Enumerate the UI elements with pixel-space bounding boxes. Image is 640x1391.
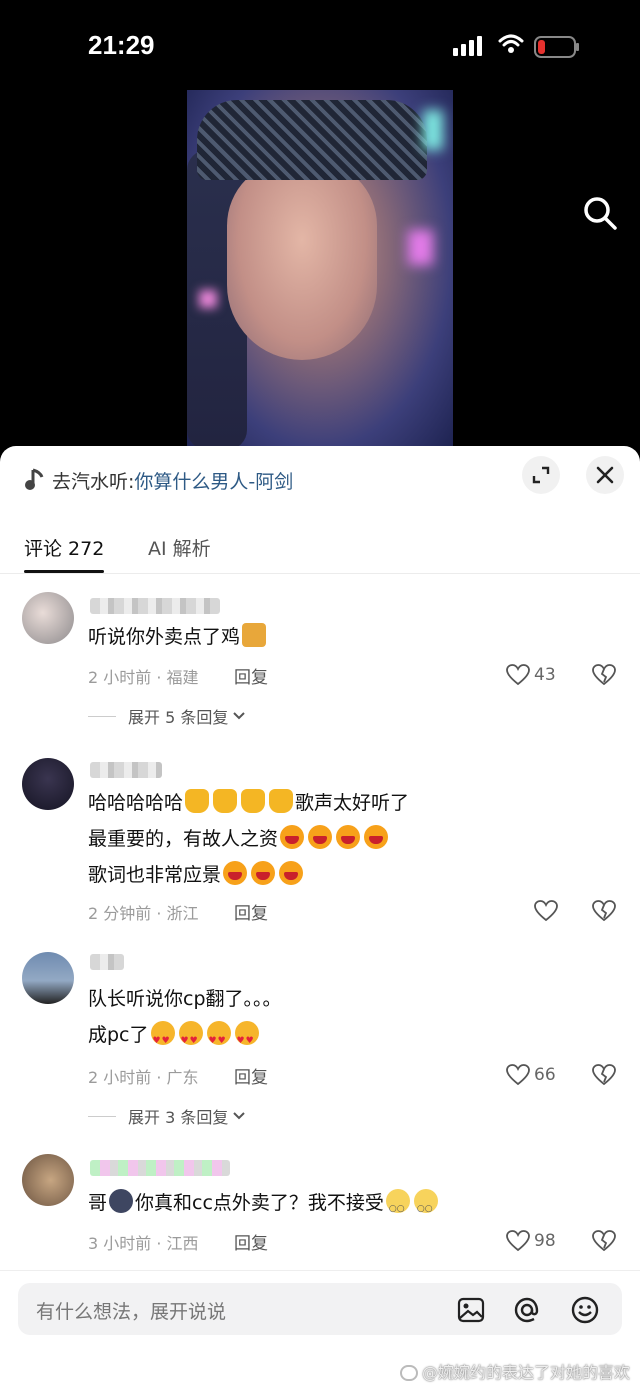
emoji-icon bbox=[242, 623, 267, 647]
sheet-tabs: 评论 272 AI 解析 bbox=[0, 526, 640, 574]
comment-text: 成pc了 bbox=[88, 1018, 261, 1058]
active-tab-indicator bbox=[24, 570, 104, 573]
status-bar: 21:29 bbox=[0, 0, 640, 90]
grin-emoji-icon bbox=[308, 825, 333, 849]
comment-meta: 2 分钟前 · 浙江 bbox=[88, 904, 199, 923]
comment-text: 听说你外卖点了鸡 bbox=[88, 620, 268, 654]
username[interactable] bbox=[90, 954, 124, 970]
comment-text: 最重要的，有故人之资 bbox=[88, 822, 390, 856]
music-link-row[interactable]: 去汽水听: 你算什么男人-阿剑 bbox=[24, 464, 293, 496]
like-count: 98 bbox=[534, 1231, 556, 1251]
avatar[interactable] bbox=[22, 952, 74, 1004]
clock: 21:29 bbox=[88, 30, 155, 60]
heart-eyes-emoji-icon bbox=[234, 1021, 259, 1058]
heart-eyes-emoji-icon bbox=[150, 1021, 175, 1058]
expand-replies-label: 展开 5 条回复 bbox=[128, 708, 229, 727]
cellular-signal-icon bbox=[453, 36, 482, 56]
tab-ai-analysis[interactable]: AI 解析 bbox=[148, 534, 211, 561]
thumbs-up-emoji-icon bbox=[241, 789, 266, 813]
comment-meta: 2 小时前 · 广东 bbox=[88, 1068, 199, 1087]
chevron-down-icon bbox=[233, 1112, 246, 1120]
username[interactable] bbox=[90, 762, 162, 778]
comment-sheet: 去汽水听: 你算什么男人-阿剑 评论 272 AI 解析 听说你外卖点了鸡 2 … bbox=[0, 446, 640, 1391]
grin-emoji-icon bbox=[223, 861, 248, 885]
expand-sheet-button[interactable] bbox=[522, 456, 560, 494]
chevron-down-icon bbox=[233, 712, 246, 720]
emoji-icon bbox=[109, 1189, 134, 1213]
reply-button[interactable]: 回复 bbox=[234, 1229, 268, 1254]
username[interactable] bbox=[90, 1160, 230, 1176]
grin-emoji-icon bbox=[251, 861, 276, 885]
heart-eyes-emoji-icon bbox=[206, 1021, 231, 1058]
grin-emoji-icon bbox=[364, 825, 389, 849]
comment-text: 哥你真和cc点外卖了？我不接受 bbox=[88, 1186, 440, 1226]
broken-heart-icon[interactable] bbox=[592, 899, 616, 923]
grin-emoji-icon bbox=[279, 861, 304, 885]
broken-heart-icon[interactable] bbox=[592, 1063, 616, 1087]
comment-text: 队长听说你cp翻了。。。 bbox=[88, 988, 282, 1010]
image-icon[interactable] bbox=[456, 1295, 486, 1325]
video-player[interactable] bbox=[0, 90, 640, 450]
mention-icon[interactable] bbox=[512, 1295, 542, 1325]
heart-icon bbox=[506, 1064, 530, 1086]
music-prefix: 去汽水听: bbox=[52, 470, 135, 493]
watermark: @婉婉约的表达了对她的喜欢 bbox=[399, 1359, 630, 1383]
video-frame[interactable] bbox=[187, 90, 453, 450]
search-icon[interactable] bbox=[582, 195, 618, 231]
reply-button[interactable]: 回复 bbox=[234, 1063, 268, 1088]
comment-meta: 2 小时前 · 福建 bbox=[88, 668, 199, 687]
like-count: 43 bbox=[534, 665, 556, 685]
comment-text: 哈哈哈哈哈 歌声太好听了 bbox=[88, 786, 409, 820]
like-button[interactable]: 43 bbox=[506, 662, 566, 688]
close-button[interactable] bbox=[586, 456, 624, 494]
like-button[interactable]: 98 bbox=[506, 1228, 566, 1254]
avatar[interactable] bbox=[22, 758, 74, 810]
grin-emoji-icon bbox=[280, 825, 305, 849]
like-button[interactable] bbox=[534, 898, 594, 924]
like-count: 66 bbox=[534, 1065, 556, 1085]
comment-input[interactable]: 有什么想法，展开说说 bbox=[18, 1283, 622, 1335]
reply-button[interactable]: 回复 bbox=[234, 899, 268, 924]
wifi-icon bbox=[498, 34, 524, 53]
username[interactable] bbox=[90, 598, 220, 614]
avatar[interactable] bbox=[22, 1154, 74, 1206]
weibo-logo-icon bbox=[399, 1365, 418, 1381]
avatar[interactable] bbox=[22, 592, 74, 644]
broken-heart-icon[interactable] bbox=[592, 663, 616, 687]
eye-roll-emoji-icon bbox=[413, 1189, 438, 1226]
thumbs-up-emoji-icon bbox=[213, 789, 238, 813]
music-note-icon bbox=[25, 468, 44, 490]
thumbs-up-emoji-icon bbox=[269, 789, 294, 813]
input-placeholder: 有什么想法，展开说说 bbox=[36, 1301, 227, 1323]
broken-heart-icon[interactable] bbox=[592, 1229, 616, 1253]
thumbs-up-emoji-icon bbox=[185, 789, 210, 813]
eye-roll-emoji-icon bbox=[385, 1189, 410, 1226]
expand-replies-label: 展开 3 条回复 bbox=[128, 1108, 229, 1127]
reply-button[interactable]: 回复 bbox=[234, 663, 268, 688]
heart-eyes-emoji-icon bbox=[178, 1021, 203, 1058]
expand-replies-button[interactable]: 展开 3 条回复 bbox=[88, 1104, 246, 1128]
grin-emoji-icon bbox=[336, 825, 361, 849]
expand-icon bbox=[532, 466, 550, 484]
heart-icon bbox=[534, 900, 558, 922]
battery-low-icon bbox=[534, 36, 579, 58]
expand-replies-button[interactable]: 展开 5 条回复 bbox=[88, 704, 246, 728]
comment-input-bar: 有什么想法，展开说说 @婉婉约的表达了对她的喜欢 bbox=[0, 1270, 640, 1391]
like-button[interactable]: 66 bbox=[506, 1062, 566, 1088]
song-link[interactable]: 你算什么男人-阿剑 bbox=[134, 467, 293, 494]
heart-icon bbox=[506, 1230, 530, 1252]
heart-icon bbox=[506, 664, 530, 686]
comment-text: 歌词也非常应景 bbox=[88, 858, 305, 892]
tab-comments[interactable]: 评论 272 bbox=[24, 534, 104, 561]
comment-meta: 3 小时前 · 江西 bbox=[88, 1234, 199, 1253]
close-icon bbox=[596, 466, 614, 484]
emoji-icon[interactable] bbox=[570, 1295, 600, 1325]
